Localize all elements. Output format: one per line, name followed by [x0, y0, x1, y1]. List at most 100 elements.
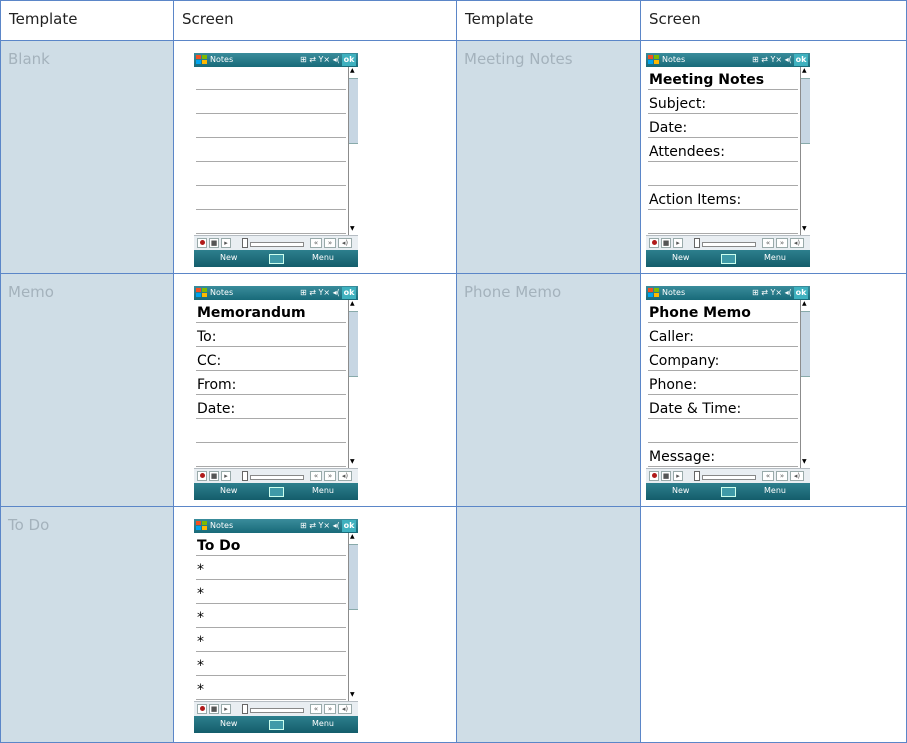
keyboard-icon[interactable]: [269, 487, 284, 497]
scroll-thumb[interactable]: [349, 311, 358, 377]
menu-softkey[interactable]: Menu: [764, 253, 786, 262]
playback-slider[interactable]: [702, 242, 756, 247]
fast-forward-icon[interactable]: »: [776, 238, 788, 248]
record-icon[interactable]: [197, 238, 207, 248]
windows-start-icon[interactable]: [196, 288, 207, 298]
new-softkey[interactable]: New: [220, 486, 237, 495]
scroll-up-icon[interactable]: ▲: [802, 67, 807, 75]
stop-icon[interactable]: ■: [661, 471, 671, 481]
new-softkey[interactable]: New: [220, 719, 237, 728]
windows-start-icon[interactable]: [648, 55, 659, 65]
keyboard-icon[interactable]: [269, 254, 284, 264]
rewind-icon[interactable]: «: [310, 238, 322, 248]
volume-icon[interactable]: ◂): [338, 471, 352, 481]
scroll-down-icon[interactable]: ▼: [802, 458, 807, 466]
play-icon[interactable]: ▸: [221, 238, 231, 248]
scroll-thumb[interactable]: [349, 544, 358, 610]
playback-slider[interactable]: [250, 475, 304, 480]
scroll-thumb[interactable]: [801, 78, 810, 144]
keyboard-icon[interactable]: [269, 720, 284, 730]
new-softkey[interactable]: New: [220, 253, 237, 262]
menu-softkey[interactable]: Menu: [312, 486, 334, 495]
rewind-icon[interactable]: «: [310, 471, 322, 481]
windows-start-icon[interactable]: [648, 288, 659, 298]
stop-icon[interactable]: ■: [209, 704, 219, 714]
fast-forward-icon[interactable]: »: [776, 471, 788, 481]
scroll-up-icon[interactable]: ▲: [350, 67, 355, 75]
play-icon[interactable]: ▸: [221, 471, 231, 481]
scrollbar[interactable]: ▲ ▼: [348, 533, 358, 701]
scrollbar[interactable]: ▲ ▼: [800, 300, 810, 468]
scroll-down-icon[interactable]: ▼: [802, 225, 807, 233]
note-content[interactable]: Phone Memo Caller: Company: Phone: Date & Ti…: [646, 300, 799, 468]
fast-forward-icon[interactable]: »: [324, 471, 336, 481]
slider-knob[interactable]: [694, 238, 700, 248]
volume-icon[interactable]: ◂): [338, 238, 352, 248]
record-icon[interactable]: [197, 704, 207, 714]
fast-forward-icon[interactable]: »: [324, 238, 336, 248]
scroll-thumb[interactable]: [801, 311, 810, 377]
slider-knob[interactable]: [242, 704, 248, 714]
keyboard-icon[interactable]: [721, 254, 736, 264]
slider-knob[interactable]: [694, 471, 700, 481]
menu-softkey[interactable]: Menu: [312, 253, 334, 262]
ok-button[interactable]: ok: [794, 54, 808, 66]
fast-forward-icon[interactable]: »: [324, 704, 336, 714]
ok-button[interactable]: ok: [794, 287, 808, 299]
ruled-line: [196, 113, 346, 114]
scrollbar[interactable]: ▲ ▼: [348, 300, 358, 468]
volume-icon[interactable]: ◂): [790, 471, 804, 481]
scroll-down-icon[interactable]: ▼: [350, 458, 355, 466]
windows-start-icon[interactable]: [196, 521, 207, 531]
menu-softkey[interactable]: Menu: [764, 486, 786, 495]
ok-button[interactable]: ok: [342, 287, 356, 299]
playback-slider[interactable]: [250, 708, 304, 713]
menu-bar: New Menu: [646, 483, 810, 500]
scrollbar[interactable]: ▲ ▼: [348, 67, 358, 235]
play-icon[interactable]: ▸: [221, 704, 231, 714]
slider-knob[interactable]: [242, 471, 248, 481]
stop-icon[interactable]: ■: [209, 471, 219, 481]
play-icon[interactable]: ▸: [673, 471, 683, 481]
scrollbar[interactable]: ▲ ▼: [800, 67, 810, 235]
record-icon[interactable]: [197, 471, 207, 481]
scroll-up-icon[interactable]: ▲: [802, 300, 807, 308]
stop-icon[interactable]: ■: [661, 238, 671, 248]
scroll-up-icon[interactable]: ▲: [350, 533, 355, 541]
stop-icon[interactable]: ■: [209, 238, 219, 248]
scroll-up-icon[interactable]: ▲: [350, 300, 355, 308]
empty-screen-cell: [640, 506, 907, 743]
note-line: Phone:: [649, 377, 698, 393]
playback-slider[interactable]: [702, 475, 756, 480]
note-line: *: [197, 586, 204, 602]
recording-toolbar: ■ ▸ « » ◂): [194, 701, 358, 716]
record-icon[interactable]: [649, 238, 659, 248]
volume-icon[interactable]: ◂): [790, 238, 804, 248]
rewind-icon[interactable]: «: [310, 704, 322, 714]
note-content[interactable]: To Do * * * * * *: [194, 533, 347, 701]
volume-icon[interactable]: ◂): [338, 704, 352, 714]
ok-button[interactable]: ok: [342, 54, 356, 66]
empty-template-cell: [456, 506, 640, 743]
ruled-line: [196, 627, 346, 628]
note-content[interactable]: Memorandum To: CC: From: Date:: [194, 300, 347, 468]
rewind-icon[interactable]: «: [762, 238, 774, 248]
slider-knob[interactable]: [242, 238, 248, 248]
app-title: Notes: [210, 521, 234, 530]
new-softkey[interactable]: New: [672, 253, 689, 262]
note-content[interactable]: Meeting Notes Subject: Date: Attendees: Acti…: [646, 67, 799, 235]
rewind-icon[interactable]: «: [762, 471, 774, 481]
play-icon[interactable]: ▸: [673, 238, 683, 248]
windows-start-icon[interactable]: [196, 55, 207, 65]
note-content[interactable]: [194, 67, 347, 235]
menu-softkey[interactable]: Menu: [312, 719, 334, 728]
new-softkey[interactable]: New: [672, 486, 689, 495]
keyboard-icon[interactable]: [721, 487, 736, 497]
record-icon[interactable]: [649, 471, 659, 481]
playback-slider[interactable]: [250, 242, 304, 247]
ok-button[interactable]: ok: [342, 520, 356, 532]
scroll-thumb[interactable]: [349, 78, 358, 144]
scroll-down-icon[interactable]: ▼: [350, 691, 355, 699]
title-bar: Notes ⊞ ⇄ Y× ◂( ok: [194, 519, 358, 533]
scroll-down-icon[interactable]: ▼: [350, 225, 355, 233]
